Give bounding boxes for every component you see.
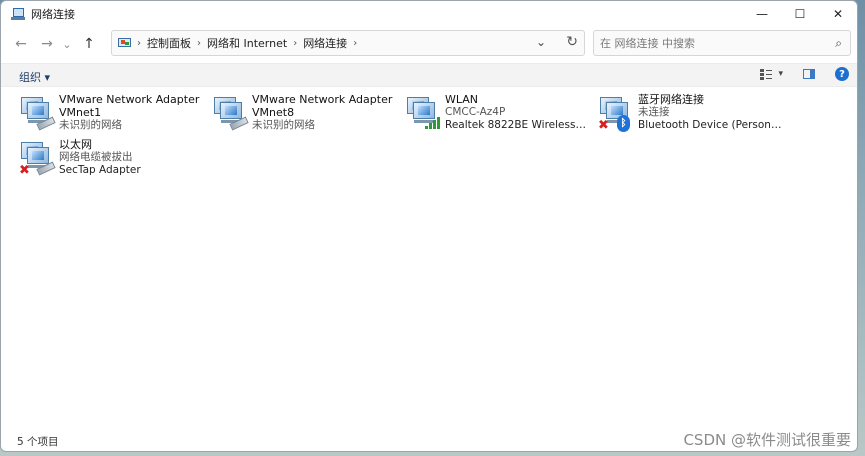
- search-icon[interactable]: ⌕: [835, 36, 842, 51]
- connection-name: VMware Network Adapter: [252, 93, 393, 106]
- organize-menu[interactable]: 组织 ▾: [19, 69, 50, 85]
- connection-network: CMCC-Az4P: [445, 106, 506, 118]
- connection-item-vmnet8[interactable]: VMware Network Adapter VMnet8 未识别的网络: [212, 93, 392, 137]
- connection-name-line2: VMnet8: [252, 106, 295, 119]
- window-title: 网络连接: [31, 8, 75, 21]
- connections-list: VMware Network Adapter VMnet1 未识别的网络 VMw…: [1, 88, 857, 428]
- recent-locations-button[interactable]: ⌄: [59, 32, 75, 56]
- item-count: 5 个项目: [17, 436, 59, 448]
- disconnected-x-icon: ✖: [19, 163, 30, 178]
- preview-pane-icon[interactable]: [803, 69, 815, 79]
- refresh-icon[interactable]: ↻: [566, 34, 578, 50]
- forward-button[interactable]: →: [35, 32, 59, 56]
- search-input[interactable]: [600, 36, 820, 50]
- navigation-row: ← → ⌄ ↑ › 控制面板 › 网络和 Internet › 网络连接 › ⌄…: [1, 29, 857, 59]
- connection-status: 网络电缆被拔出: [59, 151, 133, 163]
- breadcrumb-separator: ›: [137, 37, 141, 49]
- disconnected-x-icon: ✖: [598, 118, 609, 133]
- network-adapter-icon: [212, 93, 252, 133]
- connection-name: 以太网: [59, 138, 92, 151]
- ethernet-disconnected-icon: ✖: [19, 138, 59, 178]
- connection-status: 未连接: [638, 106, 670, 118]
- connection-device: Bluetooth Device (Personal Ar...: [638, 119, 782, 131]
- control-panel-icon: [118, 37, 131, 49]
- connection-device: Realtek 8822BE Wireless LAN ...: [445, 119, 587, 131]
- watermark: CSDN @软件测试很重要: [683, 431, 851, 449]
- connection-item-bluetooth[interactable]: ✖ ᛒ 蓝牙网络连接 未连接 Bluetooth Device (Persona…: [598, 93, 782, 137]
- bluetooth-adapter-icon: ✖ ᛒ: [598, 93, 638, 133]
- address-bar[interactable]: › 控制面板 › 网络和 Internet › 网络连接 › ⌄ ↻: [111, 30, 585, 56]
- view-options-chevron-icon[interactable]: ▾: [778, 69, 783, 79]
- title-bar: 网络连接 — ☐ ✕: [1, 1, 857, 27]
- close-button[interactable]: ✕: [819, 1, 857, 27]
- connection-device: SecTap Adapter: [59, 164, 141, 176]
- network-adapter-icon: [19, 93, 59, 133]
- breadcrumb-network-connections[interactable]: 网络连接: [303, 35, 347, 51]
- connection-status: 未识别的网络: [59, 119, 122, 131]
- signal-bars-icon: [425, 117, 441, 129]
- wifi-adapter-icon: [405, 93, 445, 133]
- back-button[interactable]: ←: [9, 32, 33, 56]
- search-box[interactable]: ⌕: [593, 30, 851, 56]
- connection-item-wlan[interactable]: WLAN CMCC-Az4P Realtek 8822BE Wireless L…: [405, 93, 587, 137]
- command-bar: 组织 ▾ ▾ ?: [1, 63, 857, 87]
- connection-name: VMware Network Adapter: [59, 93, 200, 106]
- explorer-window: 网络连接 — ☐ ✕ ← → ⌄ ↑ › 控制面板 › 网络和 Internet…: [0, 0, 858, 452]
- bluetooth-icon: ᛒ: [617, 115, 630, 132]
- network-connections-icon: [11, 7, 25, 21]
- connection-item-ethernet[interactable]: ✖ 以太网 网络电缆被拔出 SecTap Adapter: [19, 138, 199, 182]
- breadcrumb-network-internet[interactable]: 网络和 Internet: [207, 35, 287, 51]
- breadcrumb-separator: ›: [293, 37, 298, 49]
- breadcrumb-control-panel[interactable]: 控制面板: [147, 35, 191, 51]
- chevron-down-icon[interactable]: ⌄: [536, 35, 546, 49]
- maximize-button[interactable]: ☐: [781, 1, 819, 27]
- connection-status: 未识别的网络: [252, 119, 315, 131]
- breadcrumb-separator: ›: [197, 37, 201, 49]
- connection-name: 蓝牙网络连接: [638, 93, 704, 106]
- help-icon[interactable]: ?: [835, 67, 849, 81]
- change-view-icon[interactable]: [760, 68, 773, 80]
- connection-item-vmnet1[interactable]: VMware Network Adapter VMnet1 未识别的网络: [19, 93, 199, 137]
- breadcrumb-separator: ›: [353, 37, 358, 49]
- connection-name-line2: VMnet1: [59, 106, 102, 119]
- connection-name: WLAN: [445, 93, 479, 106]
- minimize-button[interactable]: —: [743, 1, 781, 27]
- up-button[interactable]: ↑: [77, 32, 101, 56]
